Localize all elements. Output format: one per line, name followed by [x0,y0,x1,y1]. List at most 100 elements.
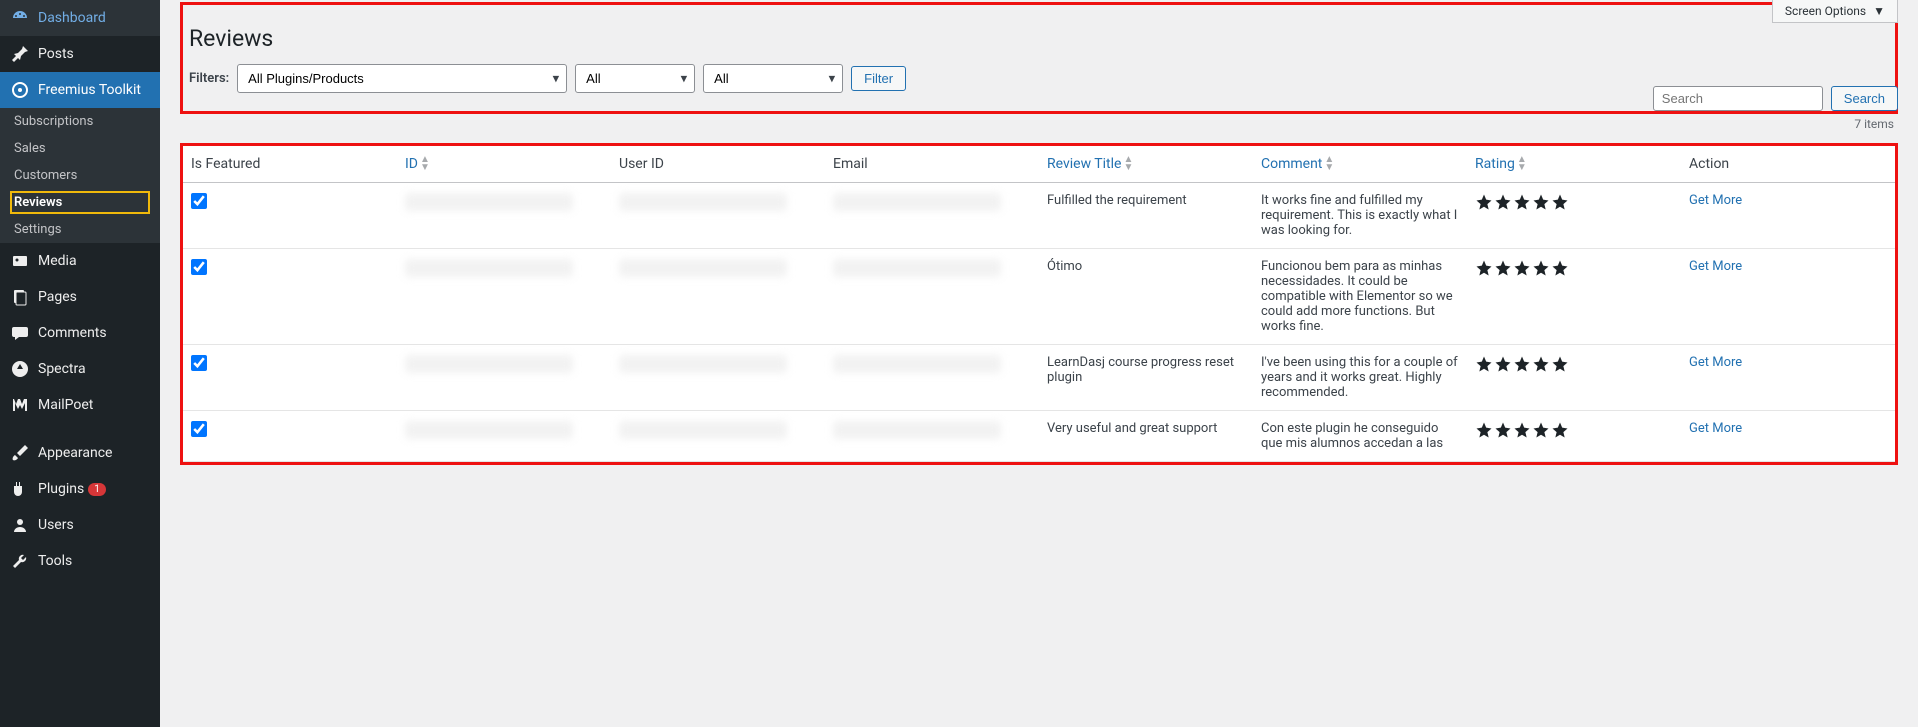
sort-icon: ▲▼ [1123,156,1133,172]
blurred-user-id [619,421,787,439]
col-comment[interactable]: Comment▲▼ [1253,146,1467,183]
sidebar-label: Appearance [38,445,112,461]
blurred-user-id [619,259,787,277]
blurred-id [405,259,573,277]
sidebar-item-users[interactable]: Users [0,507,160,543]
comments-icon [10,323,30,343]
spectra-icon [10,359,30,379]
star-icon [1513,421,1531,439]
items-count: 7 items [180,117,1894,131]
search-button[interactable]: Search [1831,86,1898,111]
star-icon [1551,355,1569,373]
main-content: Screen Options ▼ Reviews Filters: All Pl… [160,0,1918,727]
blurred-id [405,355,573,373]
sidebar-label: Dashboard [38,10,106,26]
sidebar-item-tools[interactable]: Tools [0,543,160,579]
screen-options-label: Screen Options [1785,4,1866,18]
star-icon [1532,355,1550,373]
sidebar-item-appearance[interactable]: Appearance [0,435,160,471]
pages-icon [10,287,30,307]
sidebar-item-spectra[interactable]: Spectra [0,351,160,387]
col-id[interactable]: ID▲▼ [397,146,611,183]
sort-icon: ▲▼ [420,156,430,172]
col-rating[interactable]: Rating▲▼ [1467,146,1681,183]
comment-cell: I've been using this for a couple of yea… [1253,345,1467,411]
star-icon [1475,193,1493,211]
sidebar-item-pages[interactable]: Pages [0,279,160,315]
blurred-user-id [619,355,787,373]
sidebar-item-mailpoet[interactable]: MailPoet [0,387,160,423]
sidebar-sub-subscriptions[interactable]: Subscriptions [0,108,160,135]
featured-checkbox[interactable] [191,421,207,437]
filter-3-select[interactable]: All [703,64,843,93]
freemius-icon [10,80,30,100]
get-more-link[interactable]: Get More [1689,355,1742,370]
plugin-icon [10,479,30,499]
col-action[interactable]: Action [1681,146,1895,183]
sidebar-submenu: Subscriptions Sales Customers Reviews Se… [0,108,160,243]
dashboard-icon [10,8,30,28]
star-icon [1475,355,1493,373]
sidebar-item-comments[interactable]: Comments [0,315,160,351]
sidebar-label: Users [38,517,74,533]
admin-sidebar: Dashboard Posts Freemius Toolkit Subscri… [0,0,160,727]
filter-2-select[interactable]: All [575,64,695,93]
star-icon [1532,193,1550,211]
rating-stars [1475,421,1569,439]
star-icon [1494,355,1512,373]
filters-label: Filters: [189,71,229,86]
star-icon [1513,355,1531,373]
sidebar-sub-reviews[interactable]: Reviews [0,189,160,216]
sidebar-sub-settings[interactable]: Settings [0,216,160,243]
featured-checkbox[interactable] [191,259,207,275]
featured-checkbox[interactable] [191,193,207,209]
sidebar-item-freemius[interactable]: Freemius Toolkit [0,72,160,108]
table-row: Ótimo Funcionou bem para as minhas neces… [183,249,1895,345]
get-more-link[interactable]: Get More [1689,259,1742,274]
pin-icon [10,44,30,64]
sidebar-sub-sales[interactable]: Sales [0,135,160,162]
sidebar-item-plugins[interactable]: Plugins 1 [0,471,160,507]
filter-product-select[interactable]: All Plugins/Products [237,64,567,93]
col-review-title[interactable]: Review Title▲▼ [1039,146,1253,183]
star-icon [1551,193,1569,211]
sidebar-label: Plugins [38,481,84,497]
table-highlight-box: Is Featured ID▲▼ User ID Email Review Ti… [180,143,1898,465]
col-user-id[interactable]: User ID [611,146,825,183]
brush-icon [10,443,30,463]
sidebar-label: MailPoet [38,397,93,413]
comment-cell: Funcionou bem para as minhas necessidade… [1253,249,1467,345]
sidebar-item-dashboard[interactable]: Dashboard [0,0,160,36]
get-more-link[interactable]: Get More [1689,193,1742,208]
filter-button[interactable]: Filter [851,66,906,91]
get-more-link[interactable]: Get More [1689,421,1742,436]
page-title: Reviews [189,25,1889,52]
sidebar-label: Comments [38,325,107,341]
sidebar-item-posts[interactable]: Posts [0,36,160,72]
sidebar-item-media[interactable]: Media [0,243,160,279]
blurred-id [405,421,573,439]
featured-checkbox[interactable] [191,355,207,371]
sidebar-label: Spectra [38,361,86,377]
search-input[interactable] [1653,86,1823,111]
col-email[interactable]: Email [825,146,1039,183]
review-title-cell: Ótimo [1039,249,1253,345]
sidebar-label: Media [38,253,77,269]
sort-icon: ▲▼ [1324,156,1334,172]
blurred-email [833,259,1001,277]
col-is-featured[interactable]: Is Featured [183,146,397,183]
star-icon [1475,259,1493,277]
sidebar-sub-customers[interactable]: Customers [0,162,160,189]
star-icon [1532,259,1550,277]
star-icon [1494,259,1512,277]
screen-options-button[interactable]: Screen Options ▼ [1772,0,1898,23]
reviews-table: Is Featured ID▲▼ User ID Email Review Ti… [183,146,1895,462]
table-row: Very useful and great support Con este p… [183,411,1895,462]
star-icon [1494,421,1512,439]
plugins-update-badge: 1 [88,483,106,496]
media-icon [10,251,30,271]
comment-cell: It works fine and fulfilled my requireme… [1253,183,1467,249]
sort-icon: ▲▼ [1517,156,1527,172]
rating-stars [1475,193,1569,211]
star-icon [1532,421,1550,439]
